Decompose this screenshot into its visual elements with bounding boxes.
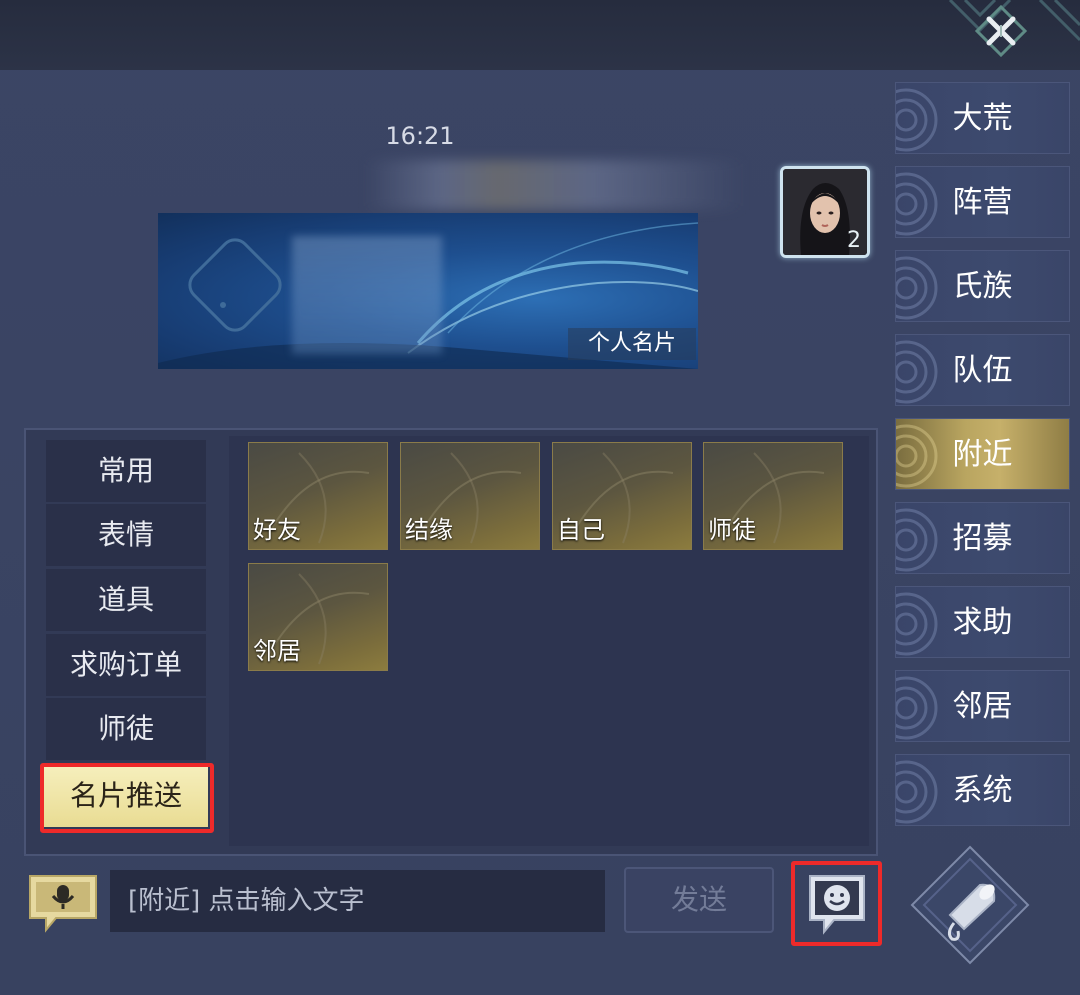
swirl-pattern-icon <box>896 760 938 824</box>
svg-text:2: 2 <box>847 228 861 253</box>
swirl-pattern-icon <box>896 340 938 404</box>
channel-tab-label: 求助 <box>952 605 1013 640</box>
tile-self[interactable]: 自己 <box>552 442 692 550</box>
swirl-pattern-icon <box>896 172 938 236</box>
top-bar <box>0 0 1080 70</box>
sender-name-blurred <box>365 160 745 210</box>
channel-tab-help[interactable]: 求助 <box>895 586 1070 658</box>
horn-icon <box>910 845 1030 965</box>
channel-tab-team[interactable]: 队伍 <box>895 334 1070 406</box>
swirl-pattern-icon <box>896 88 938 152</box>
channel-tab-recruit[interactable]: 招募 <box>895 502 1070 574</box>
tile-label: 自己 <box>557 516 605 544</box>
channel-tab-label: 氏族 <box>952 269 1013 304</box>
avatar[interactable]: 2 <box>780 166 870 258</box>
close-button[interactable] <box>975 5 1027 57</box>
channel-tab-neighbor[interactable]: 邻居 <box>895 670 1070 742</box>
card-emblem-icon <box>188 238 282 332</box>
tab-mentorship[interactable]: 师徒 <box>46 698 206 760</box>
card-label: 个人名片 <box>568 328 696 360</box>
voice-button[interactable] <box>26 872 100 934</box>
swirl-pattern-icon <box>896 508 938 572</box>
channel-tab-label: 邻居 <box>952 689 1013 724</box>
highlight-card-push <box>40 763 214 833</box>
tile-label: 邻居 <box>253 637 301 665</box>
channel-tab-faction[interactable]: 阵营 <box>895 166 1070 238</box>
channel-tab-clan[interactable]: 氏族 <box>895 250 1070 322</box>
channel-tab-dahuang[interactable]: 大荒 <box>895 82 1070 154</box>
swirl-pattern-icon <box>896 424 938 488</box>
character-portrait-icon: 2 <box>783 169 867 255</box>
tile-label: 师徒 <box>708 516 756 544</box>
tile-neighbor[interactable]: 邻居 <box>248 563 388 671</box>
channel-tab-label: 阵营 <box>952 185 1013 220</box>
channel-tab-label: 系统 <box>952 773 1013 808</box>
highlight-emoji-button <box>791 861 882 946</box>
channel-tab-nearby[interactable]: 附近 <box>895 418 1070 490</box>
tab-purchase-orders[interactable]: 求购订单 <box>46 634 206 696</box>
close-icon <box>975 5 1027 57</box>
tab-items[interactable]: 道具 <box>46 569 206 631</box>
tile-friends[interactable]: 好友 <box>248 442 388 550</box>
channel-tab-label: 附近 <box>952 437 1013 472</box>
tile-label: 结缘 <box>405 516 453 544</box>
chat-input[interactable]: [附近] 点击输入文字 <box>110 870 605 932</box>
tab-emotes[interactable]: 表情 <box>46 504 206 566</box>
channel-tab-system[interactable]: 系统 <box>895 754 1070 826</box>
microphone-icon <box>29 875 97 933</box>
message-timestamp: 16:21 <box>385 122 455 150</box>
channel-tab-label: 队伍 <box>952 353 1013 388</box>
swirl-pattern-icon <box>896 256 938 320</box>
swirl-pattern-icon <box>896 592 938 656</box>
tile-mentorship[interactable]: 师徒 <box>703 442 843 550</box>
channel-tab-label: 大荒 <box>952 101 1013 136</box>
channel-tab-label: 招募 <box>952 521 1013 556</box>
send-button[interactable]: 发送 <box>624 867 774 933</box>
horn-button[interactable] <box>910 845 1030 965</box>
tile-label: 好友 <box>253 516 301 544</box>
swirl-pattern-icon <box>896 676 938 740</box>
card-info-blurred <box>292 236 442 354</box>
tab-common[interactable]: 常用 <box>46 440 206 502</box>
tile-bond[interactable]: 结缘 <box>400 442 540 550</box>
